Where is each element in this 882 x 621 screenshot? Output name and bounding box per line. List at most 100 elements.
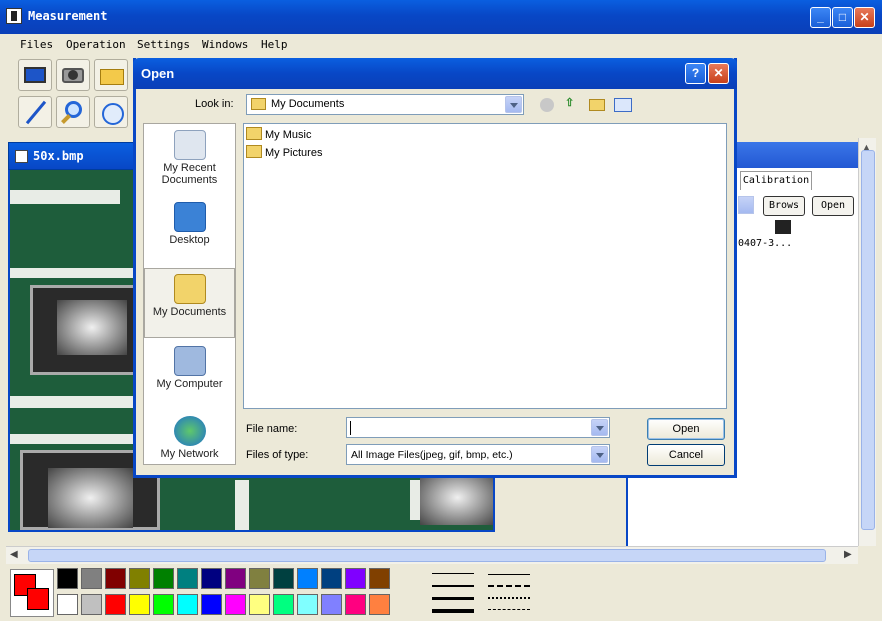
open-folder-icon[interactable]: [94, 59, 128, 91]
chevron-down-icon[interactable]: [505, 96, 522, 113]
zoom-icon[interactable]: [56, 96, 90, 128]
place-my-network[interactable]: My Network: [144, 416, 235, 460]
open-button[interactable]: Open: [812, 196, 854, 216]
toolbar-measure: [10, 95, 132, 131]
color-swatch[interactable]: [153, 568, 174, 589]
calibration-file-entry[interactable]: 0407-3...: [738, 238, 792, 249]
current-color-box[interactable]: [10, 569, 54, 617]
color-swatch[interactable]: [105, 568, 126, 589]
place-desktop[interactable]: Desktop: [144, 202, 235, 246]
color-swatch[interactable]: [201, 568, 222, 589]
app-title-bar: Measurement _ □ ✕: [0, 0, 882, 34]
bitmap-icon: [15, 150, 28, 163]
my-documents-icon: [173, 274, 206, 304]
color-swatch[interactable]: [345, 594, 366, 615]
color-swatch[interactable]: [105, 594, 126, 615]
menu-settings[interactable]: Settings: [137, 38, 190, 51]
scroll-right-icon[interactable]: ▶: [844, 549, 852, 560]
browse-button[interactable]: Brows: [763, 196, 805, 216]
menu-help[interactable]: Help: [261, 38, 288, 51]
open-dialog-button[interactable]: Open: [647, 418, 725, 440]
color-swatch[interactable]: [129, 594, 150, 615]
color-swatch[interactable]: [369, 568, 390, 589]
color-swatch[interactable]: [129, 568, 150, 589]
look-in-select[interactable]: My Documents: [246, 94, 524, 115]
background-color: [27, 588, 49, 610]
file-type-select[interactable]: All Image Files(jpeg, gif, bmp, etc.): [346, 444, 610, 465]
place-recent-documents[interactable]: My Recent Documents: [144, 130, 235, 186]
file-name-input[interactable]: [346, 417, 610, 438]
color-swatch[interactable]: [225, 568, 246, 589]
back-icon[interactable]: [540, 98, 554, 112]
color-swatch[interactable]: [177, 568, 198, 589]
line-tool-icon[interactable]: [18, 96, 52, 128]
scroll-thumb[interactable]: [861, 150, 875, 530]
minimize-icon[interactable]: _: [810, 7, 831, 28]
image-window-title: 50x.bmp: [33, 149, 84, 163]
menu-files[interactable]: Files: [20, 38, 53, 51]
color-swatch[interactable]: [153, 594, 174, 615]
color-swatch[interactable]: [81, 594, 102, 615]
help-icon[interactable]: ?: [685, 63, 706, 84]
menu-operation[interactable]: Operation: [66, 38, 126, 51]
look-in-value: My Documents: [271, 98, 345, 110]
color-swatch[interactable]: [273, 594, 294, 615]
list-item[interactable]: My Music: [246, 127, 311, 141]
up-folder-icon[interactable]: ⇧: [565, 96, 581, 112]
network-icon: [173, 416, 206, 446]
color-swatch[interactable]: [297, 594, 318, 615]
video-icon[interactable]: [18, 59, 52, 91]
file-icon: [775, 220, 791, 234]
desktop-icon: [173, 202, 206, 232]
color-swatch[interactable]: [249, 568, 270, 589]
close-icon[interactable]: ✕: [854, 7, 875, 28]
color-palette: [0, 566, 882, 621]
color-swatch[interactable]: [321, 594, 342, 615]
file-name-label: File name:: [246, 423, 298, 435]
new-folder-icon[interactable]: [589, 99, 605, 111]
line-style-options[interactable]: [488, 571, 530, 615]
line-width-options[interactable]: [432, 571, 474, 615]
cancel-button[interactable]: Cancel: [647, 444, 725, 466]
color-swatch[interactable]: [57, 568, 78, 589]
toolbar-top: [10, 58, 132, 92]
maximize-icon[interactable]: □: [832, 7, 853, 28]
color-swatch[interactable]: [201, 594, 222, 615]
tab-calibration[interactable]: Calibration: [740, 171, 812, 190]
app-title: Measurement: [28, 9, 108, 23]
color-swatch[interactable]: [249, 594, 270, 615]
color-swatch[interactable]: [345, 568, 366, 589]
scroll-left-icon[interactable]: ◀: [10, 549, 18, 560]
color-swatch[interactable]: [57, 594, 78, 615]
file-list[interactable]: My Music My Pictures: [243, 123, 727, 409]
color-swatch[interactable]: [81, 568, 102, 589]
color-swatch[interactable]: [321, 568, 342, 589]
folder-icon: [251, 98, 266, 110]
dialog-title: Open: [141, 66, 175, 81]
chevron-down-icon[interactable]: [591, 446, 608, 463]
color-swatch[interactable]: [225, 594, 246, 615]
dialog-close-icon[interactable]: ✕: [708, 63, 729, 84]
color-swatch[interactable]: [273, 568, 294, 589]
color-swatch[interactable]: [369, 594, 390, 615]
look-in-label: Look in:: [195, 98, 234, 110]
recent-documents-icon: [173, 130, 206, 160]
app-icon: [6, 8, 22, 24]
horizontal-scroll-thumb[interactable]: [28, 549, 826, 562]
computer-icon: [173, 346, 206, 376]
camera-icon[interactable]: [56, 59, 90, 91]
circle-tool-icon[interactable]: [94, 96, 128, 128]
color-swatch[interactable]: [297, 568, 318, 589]
vertical-scrollbar[interactable]: ▲: [858, 138, 876, 546]
dialog-title-bar: Open ? ✕: [133, 58, 737, 89]
chevron-down-icon[interactable]: [591, 419, 608, 436]
folder-icon: [246, 127, 262, 140]
place-my-documents[interactable]: My Documents: [144, 268, 235, 338]
view-menu-icon[interactable]: [614, 98, 632, 112]
menu-bar: Files Operation Settings Windows Help: [0, 34, 882, 56]
list-item[interactable]: My Pictures: [246, 145, 322, 159]
menu-windows[interactable]: Windows: [202, 38, 248, 51]
chevron-down-icon[interactable]: [738, 196, 754, 214]
color-swatch[interactable]: [177, 594, 198, 615]
place-my-computer[interactable]: My Computer: [144, 346, 235, 390]
